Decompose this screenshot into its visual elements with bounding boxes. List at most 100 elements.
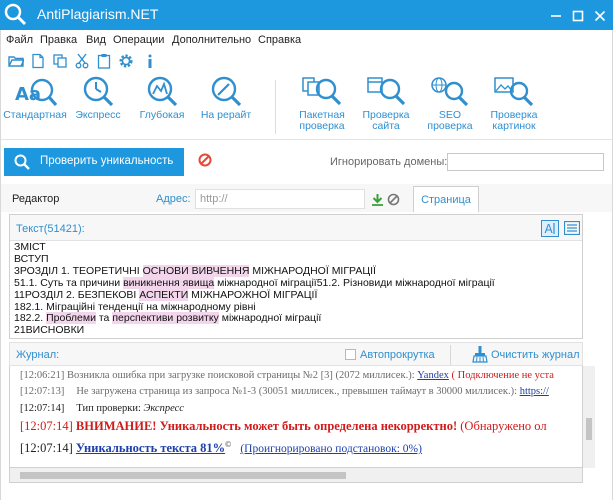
text-line: 182.2. Проблеми та перспективи розвитку … [14,312,574,325]
tab-page[interactable]: Страница [413,186,479,212]
ribbon-separator [275,80,276,134]
ribbon-toolbar: Aa Стандартная Экспресс Глубокая На рера… [0,72,613,140]
autoscroll-checkbox[interactable] [345,349,356,360]
yandex-link[interactable]: Yandex [417,370,449,381]
new-file-icon[interactable] [30,53,46,69]
check-uniqueness-button[interactable]: Проверить уникальность [4,148,184,176]
site-check-button[interactable]: Проверка сайта [356,72,416,132]
cancel-load-icon[interactable] [387,193,400,209]
title-bar: AntiPlagiarism.NET [0,0,613,30]
cut-icon[interactable] [74,53,90,69]
seo-check-icon [431,77,469,107]
editor-label: Редактор [12,193,60,205]
seo-check-button[interactable]: SEO проверка [420,72,480,132]
download-icon[interactable] [371,193,384,209]
express-check-button[interactable]: Экспресс [72,72,124,121]
menu-help[interactable]: Справка [258,34,301,46]
paste-icon[interactable] [96,53,112,69]
text-fragment: 182.2. [14,312,47,325]
journal-header: Журнал: Автопрокрутка Очистить журнал [9,342,583,366]
text-fragment: 21ВИСНОВКИ [14,324,85,337]
maximize-icon[interactable] [567,0,589,30]
ignore-domains-input[interactable] [447,153,604,171]
image-check-icon [494,77,534,107]
text-fragment: міжнародної міграції51.2. Різновиди міжн… [214,276,495,289]
text-line: 21ВИСНОВКИ [14,324,574,337]
standard-check-icon: Aa [15,78,58,107]
text-fragment: 11РОЗДІЛ 2. БЕЗПЕКОВІ [14,288,140,301]
rewrite-check-icon [211,76,242,107]
highlighted-fragment: виникнення явища [123,276,215,289]
copy-icon[interactable] [52,53,68,69]
journal-vertical-scrollbar[interactable] [583,366,595,468]
editor-bar: Редактор Адрес: http:// Страница [0,184,613,212]
horizontal-scroll-thumb[interactable] [20,472,346,479]
text-fragment: міжнародної міграції [218,312,322,325]
menu-bar: Файл Правка Вид Операции Дополнительно С… [0,30,613,50]
broom-icon[interactable] [472,346,488,366]
close-icon[interactable] [589,0,611,30]
check-row: Проверить уникальность Игнорировать доме… [0,140,613,182]
autoscroll-label[interactable]: Автопрокрутка [360,349,435,361]
text-fragment: 182.1. Міграційні тенденції на міжнародн… [14,300,256,313]
image-check-button[interactable]: Проверка картинок [484,72,544,132]
menu-edit[interactable]: Правка [40,34,77,46]
deep-check-button[interactable]: Глубокая [136,72,188,121]
highlighted-fragment: Проблеми [46,312,96,325]
text-fragment: та [95,312,113,325]
text-panel-header: Текст(51421): A [10,215,582,241]
svg-text:Aa: Aa [15,84,41,105]
document-text[interactable]: ЗМІСТ ВСТУП 3РОЗДІЛ 1. ТЕОРЕТИЧНІ ОСНОВИ В… [14,242,574,337]
request-link[interactable]: https:// [520,386,549,397]
image-check-label-2: картинок [492,120,536,132]
site-check-icon [367,77,406,106]
highlighted-fragment: ОСНОВИ ВИВЧЕННЯ [142,264,250,277]
settings-gear-icon[interactable] [118,53,134,69]
journal-horizontal-scrollbar[interactable] [9,468,583,483]
highlighted-fragment: перспективи розвитку [112,312,219,325]
seo-check-label-2: проверка [427,120,473,132]
window-title: AntiPlagiarism.NET [37,6,159,22]
batch-check-icon [302,77,342,106]
menu-operations[interactable]: Операции [113,34,164,46]
log-entry-3: [12:07:14] Тип проверки: Экспресс [20,403,184,414]
log-entry-4: [12:07:14] ВНИМАНИЕ! Уникальность может … [20,419,547,433]
site-check-label-2: сайта [372,120,400,132]
info-icon[interactable] [142,53,158,69]
batch-check-button[interactable]: Пакетная проверка [292,72,352,132]
app-logo-icon [3,2,27,26]
ignored-substitutions-link[interactable]: (Проигнорировано подстановок: 0%) [240,443,422,455]
text-fragment: ВСТУП [14,252,49,265]
deep-check-label: Глубокая [139,109,185,121]
ignore-domains-label: Игнорировать домены: [330,156,448,168]
minimize-icon[interactable] [545,0,567,30]
standard-check-button[interactable]: Aa Стандартная [2,72,68,121]
check-uniqueness-label: Проверить уникальность [40,155,174,167]
journal-log[interactable]: [12:06:21] Возникла ошибка при загрузке … [9,366,583,468]
text-line: ЗМІСТ [14,242,574,254]
log-entry-1: [12:06:21] Возникла ошибка при загрузке … [20,370,554,381]
text-length-label: Текст(51421): [16,223,85,235]
stop-icon[interactable] [198,153,212,170]
text-fragment: ЗМІСТ [14,242,46,253]
highlighted-fragment: АСПЕКТИ [139,288,189,301]
journal-separator [450,345,451,365]
clear-journal-button[interactable]: Очистить журнал [491,349,580,361]
address-input[interactable]: http:// [195,189,365,209]
text-fragment: МІЖНАРОДНОЇ МІГРАЦІЇ [249,264,376,277]
search-icon [14,154,30,170]
svg-text:A: A [545,222,554,236]
menu-view[interactable]: Вид [86,34,106,46]
vertical-scroll-thumb[interactable] [586,418,592,440]
text-format-icon[interactable]: A [541,220,559,240]
menu-extra[interactable]: Дополнительно [172,34,251,46]
rewrite-check-label: На рерайт [200,109,252,121]
warning-text: ВНИМАНИЕ! Уникальность может быть опреде… [72,419,458,433]
open-folder-icon[interactable] [8,53,26,69]
text-view-icon[interactable] [563,220,581,238]
text-fragment: МІЖНАРОЖНОЇ МІГРАЦІЇ [188,288,318,301]
journal-label: Журнал: [16,349,60,361]
rewrite-check-button[interactable]: На рерайт [196,72,256,121]
uniqueness-result-link[interactable]: Уникальность текста 81% [76,441,225,455]
menu-file[interactable]: Файл [6,34,33,46]
